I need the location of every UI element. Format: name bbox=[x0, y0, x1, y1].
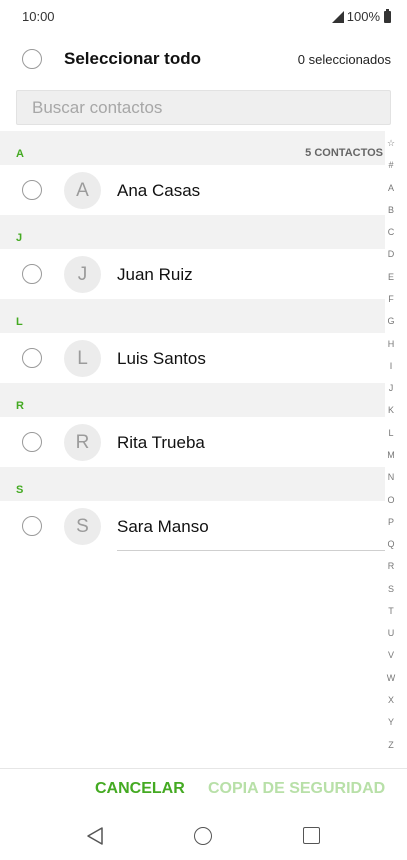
index-letter[interactable]: G bbox=[387, 316, 394, 326]
section-header-l: L bbox=[0, 299, 385, 333]
index-letter[interactable]: O bbox=[387, 495, 394, 505]
contact-radio[interactable] bbox=[22, 264, 42, 284]
contact-name: Sara Manso bbox=[117, 517, 209, 536]
avatar: R bbox=[64, 424, 101, 461]
index-letter[interactable]: A bbox=[388, 183, 394, 193]
select-all-row[interactable]: Seleccionar todo 0 seleccionados bbox=[0, 38, 407, 80]
contact-row[interactable]: J Juan Ruiz bbox=[0, 249, 385, 299]
status-indicators: 100% bbox=[331, 8, 391, 24]
contacts-total: 5 CONTACTOS bbox=[305, 147, 383, 159]
section-header-a: A 5 CONTACTOS bbox=[0, 131, 385, 165]
index-letter[interactable]: T bbox=[388, 606, 394, 616]
selected-count: 0 seleccionados bbox=[297, 52, 391, 67]
alphabet-index[interactable]: ☆ # A B C D E F G H I J K L M N O P Q R S T U V W X Y Z bbox=[383, 138, 399, 750]
section-header-r: R bbox=[0, 383, 385, 417]
status-bar: 10:00 100% bbox=[0, 0, 407, 32]
contact-list: A 5 CONTACTOS A Ana Casas J J Juan Ruiz L L Luis … bbox=[0, 131, 385, 551]
index-letter[interactable]: H bbox=[388, 339, 395, 349]
index-letter[interactable]: C bbox=[388, 227, 395, 237]
avatar: L bbox=[64, 340, 101, 377]
contact-radio[interactable] bbox=[22, 348, 42, 368]
index-letter[interactable]: P bbox=[388, 517, 394, 527]
contact-row[interactable]: R Rita Trueba bbox=[0, 417, 385, 467]
index-letter[interactable]: Z bbox=[388, 740, 394, 750]
index-letter[interactable]: X bbox=[388, 695, 394, 705]
signal-icon bbox=[331, 10, 344, 23]
index-letter[interactable]: ☆ bbox=[387, 138, 395, 148]
index-letter[interactable]: N bbox=[388, 472, 395, 482]
select-all-label[interactable]: Seleccionar todo bbox=[64, 49, 201, 69]
index-letter[interactable]: D bbox=[388, 249, 395, 259]
contact-radio[interactable] bbox=[22, 180, 42, 200]
index-letter[interactable]: K bbox=[388, 405, 394, 415]
section-letter: S bbox=[16, 484, 24, 496]
avatar: A bbox=[64, 172, 101, 209]
index-letter[interactable]: Q bbox=[387, 539, 394, 549]
contact-name: Luis Santos bbox=[117, 349, 206, 368]
index-letter[interactable]: F bbox=[388, 294, 394, 304]
search-input[interactable] bbox=[17, 91, 390, 124]
index-letter[interactable]: U bbox=[388, 628, 395, 638]
section-letter: R bbox=[16, 400, 24, 412]
index-letter[interactable]: S bbox=[388, 584, 394, 594]
index-letter[interactable]: W bbox=[387, 673, 396, 683]
contact-row[interactable]: L Luis Santos bbox=[0, 333, 385, 383]
index-letter[interactable]: I bbox=[390, 361, 393, 371]
avatar: S bbox=[64, 508, 101, 545]
section-letter: A bbox=[16, 148, 24, 160]
status-time: 10:00 bbox=[22, 9, 55, 24]
navigation-bar bbox=[0, 815, 407, 860]
home-icon[interactable] bbox=[194, 827, 212, 845]
back-icon[interactable] bbox=[86, 826, 104, 846]
section-header-s: S bbox=[0, 467, 385, 501]
index-letter[interactable]: M bbox=[387, 450, 395, 460]
index-letter[interactable]: E bbox=[388, 272, 394, 282]
index-letter[interactable]: L bbox=[388, 428, 393, 438]
battery-level: 100% bbox=[346, 9, 380, 24]
index-letter[interactable]: # bbox=[388, 160, 393, 170]
section-letter: J bbox=[16, 232, 23, 244]
index-letter[interactable]: R bbox=[388, 561, 395, 571]
contact-row[interactable]: S Sara Manso bbox=[0, 501, 385, 551]
contact-name: Juan Ruiz bbox=[117, 265, 193, 284]
row-divider bbox=[117, 550, 385, 551]
backup-button[interactable]: COPIA DE SEGURIDAD bbox=[208, 780, 385, 798]
section-header-j: J bbox=[0, 215, 385, 249]
index-letter[interactable]: B bbox=[388, 205, 394, 215]
index-letter[interactable]: J bbox=[389, 383, 394, 393]
avatar: J bbox=[64, 256, 101, 293]
search-box[interactable] bbox=[16, 90, 391, 125]
contact-row[interactable]: A Ana Casas bbox=[0, 165, 385, 215]
index-letter[interactable]: Y bbox=[388, 717, 394, 727]
bottom-divider bbox=[0, 768, 407, 769]
recents-icon[interactable] bbox=[303, 827, 320, 844]
contact-radio[interactable] bbox=[22, 432, 42, 452]
contact-name: Ana Casas bbox=[117, 181, 201, 200]
cancel-button[interactable]: CANCELAR bbox=[95, 780, 185, 798]
select-all-radio[interactable] bbox=[22, 49, 42, 69]
contact-name: Rita Trueba bbox=[117, 433, 205, 452]
contact-radio[interactable] bbox=[22, 516, 42, 536]
battery-icon bbox=[384, 8, 391, 23]
section-letter: L bbox=[16, 316, 23, 328]
index-letter[interactable]: V bbox=[388, 650, 394, 660]
